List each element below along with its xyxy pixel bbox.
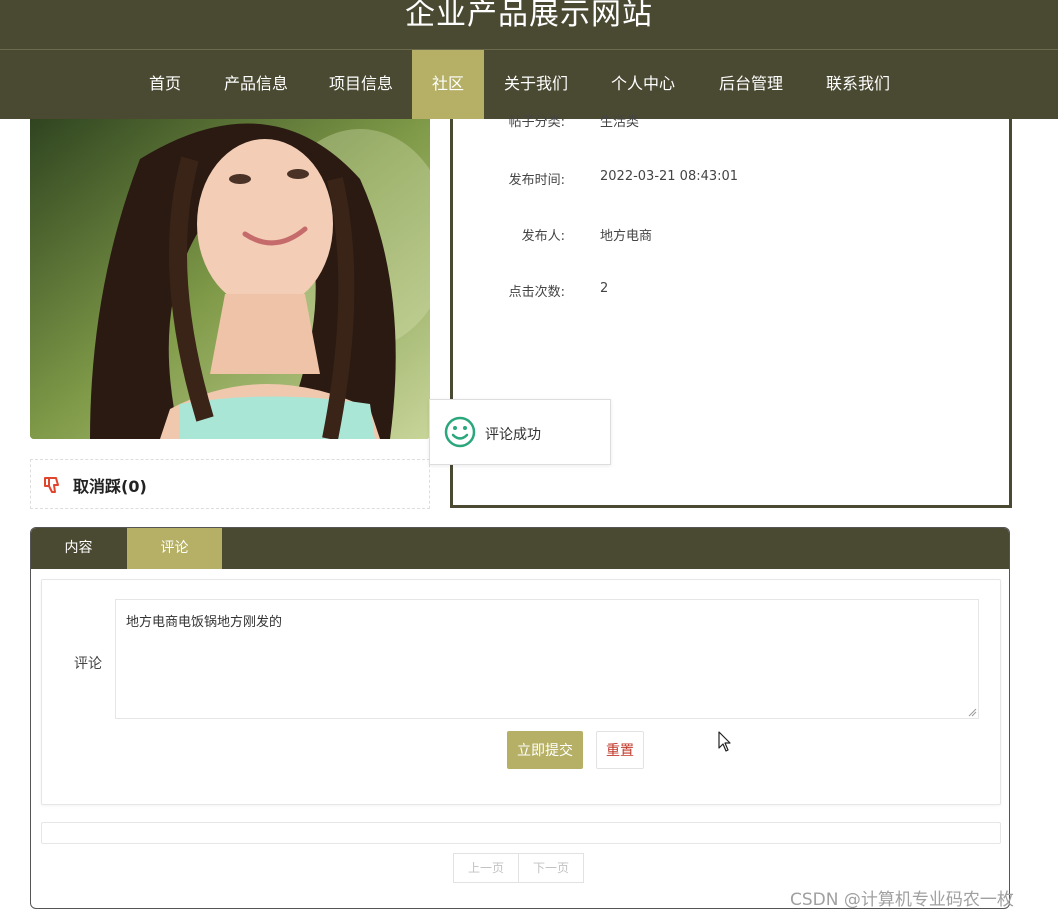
comment-list [41, 822, 1001, 844]
comment-textarea[interactable]: 地方电商电饭锅地方刚发的 [115, 599, 979, 719]
mouse-cursor-icon [718, 731, 731, 752]
info-row-publisher: 发布人: 地方电商 [453, 225, 1009, 245]
info-label: 发布时间: [508, 173, 565, 188]
info-row-publish-time: 发布时间: 2022-03-21 08:43:01 [453, 169, 1009, 189]
nav-item-community[interactable]: 社区 [412, 50, 484, 119]
nav-item-home[interactable]: 首页 [136, 50, 194, 119]
tab-container: 内容 评论 评论 地方电商电饭锅地方刚发的 立即提交 重置 上一页 下一页 [30, 527, 1010, 909]
info-label: 发布人: [521, 229, 565, 244]
reset-button[interactable]: 重置 [596, 731, 644, 769]
tab-content[interactable]: 内容 [31, 528, 126, 569]
nav-item-about[interactable]: 关于我们 [492, 50, 580, 119]
post-image [30, 119, 430, 439]
main-nav: 首页 产品信息 项目信息 社区 关于我们 个人中心 后台管理 联系我们 [0, 50, 1058, 119]
site-header: 企业产品展示网站 [0, 0, 1058, 50]
watermark: CSDN @计算机专业码农一枚 [790, 890, 1014, 910]
comment-label: 评论 [74, 656, 102, 672]
nav-item-user-center[interactable]: 个人中心 [599, 50, 687, 119]
success-toast: 评论成功 [429, 399, 611, 465]
smiley-icon [444, 416, 476, 448]
tab-header: 内容 评论 [31, 528, 1009, 569]
resize-grip-icon[interactable] [968, 708, 977, 717]
info-value: 2 [600, 281, 609, 296]
info-value: 生活类 [600, 115, 640, 130]
tab-comments[interactable]: 评论 [127, 528, 222, 569]
next-page-button[interactable]: 下一页 [519, 853, 585, 883]
thumb-down-icon [44, 477, 59, 493]
nav-item-projects[interactable]: 项目信息 [317, 50, 405, 119]
info-value: 地方电商 [600, 229, 653, 244]
info-row-category: 帖子分类: 生活类 [453, 111, 1009, 131]
info-label: 帖子分类: [508, 115, 565, 130]
submit-button[interactable]: 立即提交 [507, 731, 583, 769]
prev-page-button[interactable]: 上一页 [453, 853, 520, 883]
info-value: 2022-03-21 08:43:01 [600, 169, 739, 184]
nav-item-contact[interactable]: 联系我们 [814, 50, 902, 119]
site-title: 企业产品展示网站 [405, 0, 653, 32]
unvote-label: 取消踩(0) [73, 477, 147, 496]
nav-item-admin[interactable]: 后台管理 [707, 50, 795, 119]
toast-text: 评论成功 [485, 427, 541, 443]
info-row-click-count: 点击次数: 2 [453, 281, 1009, 301]
pagination: 上一页 下一页 [453, 853, 585, 883]
info-label: 点击次数: [508, 285, 565, 300]
nav-item-products[interactable]: 产品信息 [212, 50, 300, 119]
comment-form: 评论 地方电商电饭锅地方刚发的 立即提交 重置 [41, 579, 1001, 805]
unvote-button[interactable]: 取消踩(0) [30, 459, 430, 509]
